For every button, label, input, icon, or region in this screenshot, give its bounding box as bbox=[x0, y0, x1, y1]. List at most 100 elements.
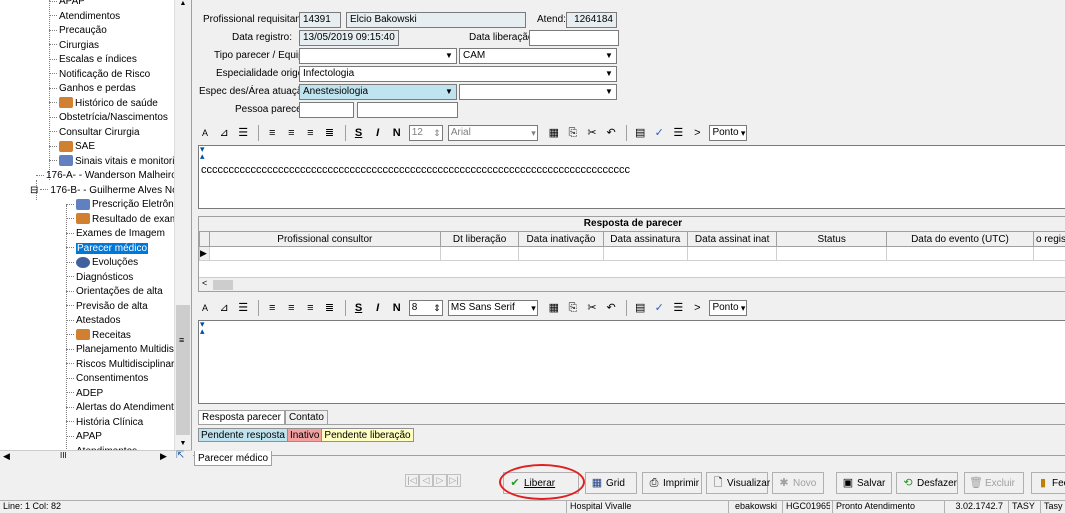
column-header[interactable]: Data assinat inat bbox=[686, 231, 778, 247]
data-liberacao-field[interactable] bbox=[529, 30, 619, 46]
excluir-button[interactable]: 🗑 Excluir bbox=[964, 472, 1024, 494]
tree-item[interactable]: ADEP bbox=[66, 386, 103, 401]
font-size-spinner[interactable]: 12 ⇕ bbox=[408, 125, 443, 141]
copy-icon[interactable]: ⎘ bbox=[566, 124, 580, 142]
tree-vertical-scrollbar[interactable]: ▲ ≡ ▼ bbox=[174, 0, 191, 455]
table-cell[interactable] bbox=[518, 246, 604, 261]
resposta-grid[interactable]: Profissional consultor Dt liberação Data i… bbox=[199, 231, 1065, 261]
next-record-icon[interactable]: ▷ bbox=[433, 474, 447, 487]
find-icon[interactable]: ▦ bbox=[547, 299, 561, 317]
font-size-icon[interactable]: A bbox=[198, 299, 212, 317]
grid-button[interactable]: ▦ Grid bbox=[585, 472, 637, 494]
italic-button[interactable]: I bbox=[371, 124, 385, 142]
column-header[interactable]: Data inativação bbox=[518, 231, 604, 247]
undo-icon[interactable]: ↶ bbox=[604, 124, 618, 142]
font-name-select[interactable]: MS Sans Serif ▾ bbox=[447, 300, 538, 316]
novo-button[interactable]: ✱ Novo bbox=[772, 472, 824, 494]
undo-icon[interactable]: ↶ bbox=[604, 299, 618, 317]
fechar-button[interactable]: ▮Fec bbox=[1031, 472, 1065, 494]
find-icon[interactable]: ▦ bbox=[547, 124, 561, 142]
underline-button[interactable]: S bbox=[352, 124, 366, 142]
scroll-thumb[interactable] bbox=[213, 280, 233, 290]
pessoa-parecer-code-field[interactable] bbox=[299, 102, 354, 118]
scroll-left-icon[interactable]: ◀ bbox=[3, 451, 10, 462]
table-cell[interactable] bbox=[776, 246, 888, 261]
font-size-icon[interactable]: A bbox=[198, 124, 212, 142]
tab-resposta-parecer[interactable]: Resposta parecer bbox=[198, 410, 285, 424]
bold-button[interactable]: N bbox=[390, 124, 404, 142]
tree-item[interactable]: Alertas do Atendimento bbox=[66, 400, 179, 415]
tree-item[interactable]: Atendimentos bbox=[49, 9, 120, 24]
scroll-left-icon[interactable]: < bbox=[202, 278, 207, 288]
tree-item[interactable]: Notificação de Risco bbox=[49, 67, 150, 82]
tree-item[interactable]: Orientações de alta bbox=[66, 284, 163, 299]
tree-item[interactable]: Obstetrícia/Nascimentos bbox=[49, 110, 168, 125]
tab-contato[interactable]: Contato bbox=[284, 410, 328, 424]
visualizar-button[interactable]: 🗋 Visualizar bbox=[706, 472, 770, 494]
paragraph-icon[interactable]: ☰ bbox=[671, 299, 685, 317]
spellcheck-icon[interactable]: ✓ bbox=[652, 124, 666, 142]
align-left-icon[interactable]: ≡ bbox=[265, 299, 279, 317]
font-size-spinner[interactable]: 8 ⇕ bbox=[408, 300, 443, 316]
tree-item[interactable]: Precaução bbox=[49, 23, 107, 38]
cut-icon[interactable]: ✂ bbox=[585, 124, 599, 142]
tree-item[interactable]: ⊟ 176-B- - Guilherme Alves Nogu bbox=[30, 183, 189, 198]
column-header[interactable]: Profissional consultor bbox=[208, 231, 441, 247]
justify-icon[interactable]: ≣ bbox=[322, 124, 336, 142]
cut-icon[interactable]: ✂ bbox=[585, 299, 599, 317]
align-right-icon[interactable]: ≡ bbox=[303, 299, 317, 317]
align-center-icon[interactable]: ≡ bbox=[284, 124, 298, 142]
desfazer-button[interactable]: ⟲ Desfazer bbox=[896, 472, 958, 494]
esp-des-select[interactable]: Anestesiologia ▼ bbox=[299, 84, 457, 100]
tipo-parecer-select[interactable]: ▼ bbox=[299, 48, 457, 64]
tree-item[interactable]: História Clínica bbox=[66, 415, 143, 430]
bullet-list-icon[interactable]: ☰ bbox=[236, 124, 250, 142]
table-icon[interactable]: ▤ bbox=[633, 124, 647, 142]
table-cell[interactable] bbox=[439, 246, 520, 261]
align-center-icon[interactable]: ≡ bbox=[284, 299, 298, 317]
paragraph-icon[interactable]: ☰ bbox=[671, 124, 685, 142]
table-cell[interactable] bbox=[602, 246, 689, 261]
italic-button[interactable]: I bbox=[371, 299, 385, 317]
table-cell[interactable] bbox=[208, 246, 441, 261]
spellcheck-icon[interactable]: ✓ bbox=[652, 299, 666, 317]
equipe-select[interactable]: CAM ▼ bbox=[459, 48, 617, 64]
first-record-icon[interactable]: |◁ bbox=[405, 474, 419, 487]
tree-horizontal-scrollbar[interactable]: ◀ III ▶ ⇱ bbox=[0, 450, 192, 463]
grid-horizontal-scrollbar[interactable]: < bbox=[199, 277, 1065, 291]
tree-item[interactable]: Consentimentos bbox=[66, 371, 148, 386]
bold-button[interactable]: N bbox=[390, 299, 404, 317]
table-cell[interactable] bbox=[1032, 246, 1065, 261]
tree-item[interactable]: Histórico de saúde bbox=[49, 96, 158, 111]
tree-item[interactable]: Consultar Cirurgia bbox=[49, 125, 140, 140]
imprimir-button[interactable]: ⎙ Imprimir bbox=[642, 472, 702, 494]
highlight-icon[interactable]: ⊿ bbox=[217, 124, 231, 142]
column-header[interactable]: Data do evento (UTC) bbox=[886, 231, 1034, 247]
tree-item[interactable]: Riscos Multidisciplinares bbox=[66, 357, 185, 372]
align-right-icon[interactable]: ≡ bbox=[303, 124, 317, 142]
tree-item[interactable]: Prescrição Eletrônica bbox=[66, 197, 186, 212]
scroll-up-icon[interactable]: ▲ bbox=[175, 0, 191, 8]
tree-item[interactable]: Cirurgias bbox=[49, 38, 99, 53]
collapse-icon[interactable]: ⊟ bbox=[30, 185, 38, 196]
tree-item[interactable]: Parecer médico bbox=[66, 241, 149, 256]
style-select[interactable]: Ponto ▾ bbox=[709, 125, 748, 141]
column-header[interactable]: Data assinatura bbox=[602, 231, 689, 247]
underline-button[interactable]: S bbox=[352, 299, 366, 317]
tree-item[interactable]: Evoluções bbox=[66, 255, 138, 270]
prev-record-icon[interactable]: ◁ bbox=[419, 474, 433, 487]
tree-item[interactable]: Diagnósticos bbox=[66, 270, 133, 285]
table-cell[interactable] bbox=[686, 246, 778, 261]
area-atuacao-select[interactable]: ▼ bbox=[459, 84, 617, 100]
indent-icon[interactable]: > bbox=[690, 124, 704, 142]
tree-item[interactable]: Sinais vitais e monitoriza bbox=[49, 154, 185, 169]
tree-item[interactable]: Atestados bbox=[66, 313, 120, 328]
table-icon[interactable]: ▤ bbox=[633, 299, 647, 317]
bullet-list-icon[interactable]: ☰ bbox=[236, 299, 250, 317]
last-record-icon[interactable]: ▷| bbox=[447, 474, 461, 487]
copy-icon[interactable]: ⎘ bbox=[566, 299, 580, 317]
column-header[interactable]: o regis bbox=[1032, 231, 1065, 247]
scroll-thumb[interactable]: ≡ bbox=[176, 305, 190, 435]
salvar-button[interactable]: ▣ Salvar bbox=[836, 472, 892, 494]
indent-icon[interactable]: > bbox=[690, 299, 704, 317]
